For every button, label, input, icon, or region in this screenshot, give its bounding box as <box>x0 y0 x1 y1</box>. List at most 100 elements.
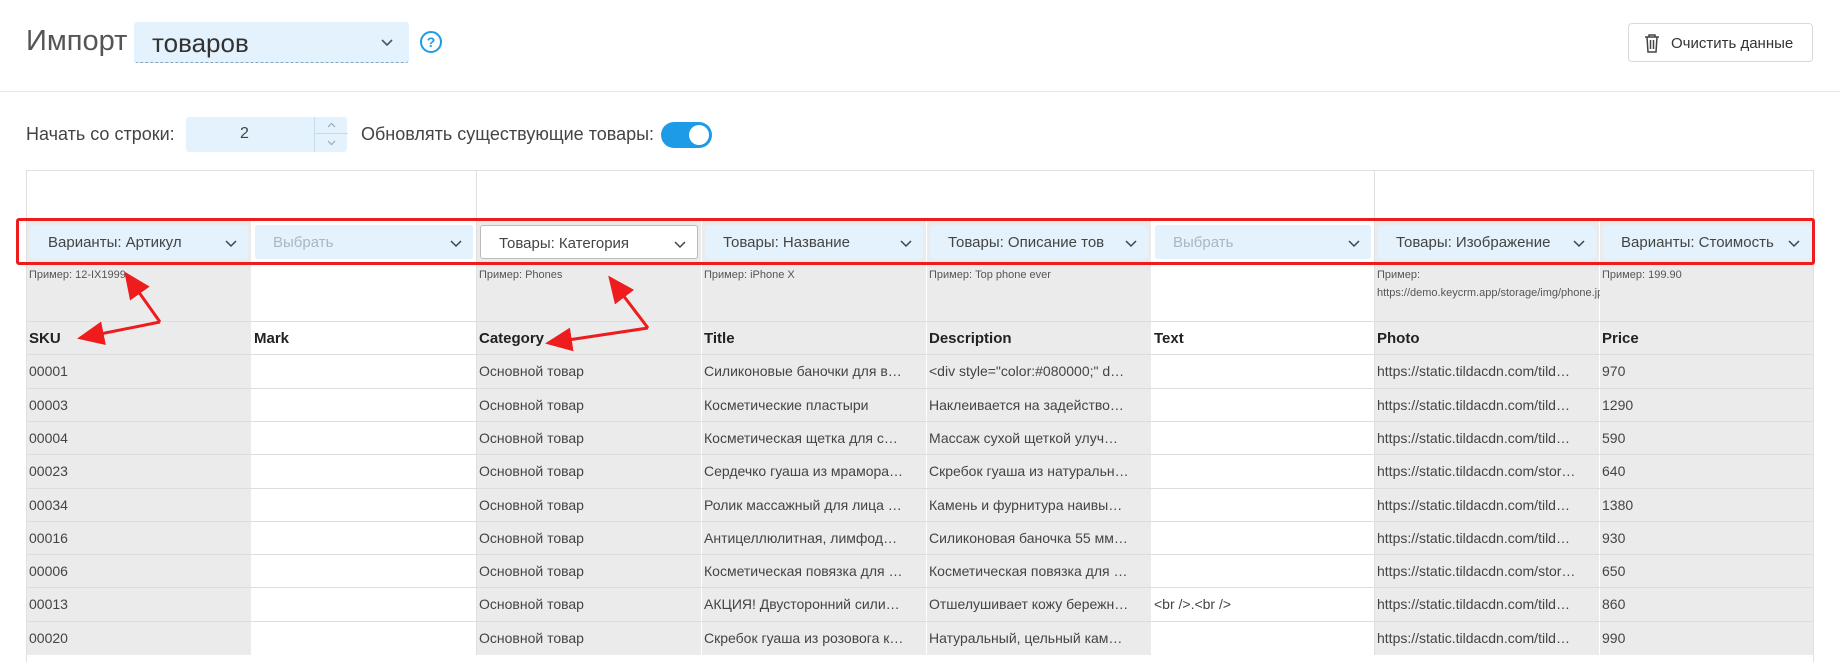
table-cell <box>1152 488 1375 522</box>
table-cell <box>1152 421 1375 455</box>
column-mapping-select[interactable]: Варианты: Артикул <box>30 225 248 259</box>
table-cell: Отшелушивает кожу бережн… <box>927 588 1152 622</box>
table-cell: Основной товар <box>477 621 702 655</box>
column-example: Пример: iPhone X <box>704 269 795 281</box>
table-cell: Косметическая повязка для … <box>702 555 927 589</box>
mapping-cell: Выбрать <box>1152 171 1375 321</box>
chevron-down-icon <box>900 240 912 248</box>
table-cell: https://static.tildacdn.com/tild… <box>1375 521 1600 555</box>
table-cell: 990 <box>1600 621 1813 655</box>
table-cell: Сердечко гуаша из мрамора… <box>702 455 927 489</box>
table-cell: Наклеивается на задейство… <box>927 388 1152 422</box>
table-cell: https://static.tildacdn.com/tild… <box>1375 621 1600 655</box>
table-row: 00020 Основной товар Скребок гуаша из розо… <box>27 620 1813 655</box>
table-row: 00006 Основной товар Косметическая повязка… <box>27 554 1813 589</box>
mapping-cell: Варианты: Артикул Пример: 12-IX1999 <box>27 171 252 321</box>
entity-type-value: товаров <box>152 28 249 58</box>
column-header: Mark <box>252 322 477 355</box>
column-header: Photo <box>1375 322 1600 355</box>
table-cell <box>252 488 477 522</box>
table-cell: Косметическая щетка для с… <box>702 421 927 455</box>
table-cell: Камень и фурнитура наивы… <box>927 488 1152 522</box>
table-cell: Скребок гуаша из натуральн… <box>927 455 1152 489</box>
clear-data-button[interactable]: Очистить данные <box>1628 23 1813 62</box>
column-example: Пример: Top phone ever <box>929 269 1051 281</box>
page-title: Импорт <box>26 25 128 57</box>
mapping-cell-top <box>1152 171 1374 219</box>
column-example: Пример: https://demo.keycrm.app/storage/… <box>1377 269 1610 299</box>
table-cell <box>252 388 477 422</box>
table-cell: 00023 <box>27 455 252 489</box>
stepper-down-button[interactable] <box>315 134 348 151</box>
chevron-down-icon <box>1573 240 1585 248</box>
import-table: Варианты: Артикул Пример: 12-IX1999 Выбрат… <box>26 170 1814 662</box>
mapping-cell-top <box>252 171 476 219</box>
column-mapping-select[interactable]: Товары: Категория <box>480 225 698 259</box>
table-cell: Ролик массажный для лица … <box>702 488 927 522</box>
table-cell: 640 <box>1600 455 1813 489</box>
table-cell <box>252 521 477 555</box>
column-mapping-select[interactable]: Товары: Изображение <box>1378 225 1596 259</box>
column-example: Пример: Phones <box>479 269 563 281</box>
column-mapping-value: Товары: Изображение <box>1396 234 1551 251</box>
table-cell <box>1152 388 1375 422</box>
table-cell: 00006 <box>27 555 252 589</box>
column-mapping-select[interactable]: Выбрать <box>255 225 473 259</box>
table-cell: 930 <box>1600 521 1813 555</box>
column-mapping-value: Выбрать <box>1173 234 1234 251</box>
table-cell: 860 <box>1600 588 1813 622</box>
update-existing-toggle[interactable] <box>661 122 712 148</box>
column-mapping-value: Варианты: Артикул <box>48 234 182 251</box>
table-cell: 00016 <box>27 521 252 555</box>
table-cell: Основной товар <box>477 388 702 422</box>
chevron-down-icon <box>450 240 462 248</box>
chevron-down-icon <box>225 240 237 248</box>
chevron-down-icon <box>1788 240 1800 248</box>
table-cell: Косметическая повязка для … <box>927 555 1152 589</box>
clear-data-label: Очистить данные <box>1671 35 1794 52</box>
table-row: 00003 Основной товар Косметические пластыр… <box>27 387 1813 422</box>
table-cell: 00020 <box>27 621 252 655</box>
mapping-cell: Варианты: Стоимость Пример: 199.90 <box>1600 171 1813 321</box>
update-existing-label: Обновлять существующие товары: <box>361 124 655 144</box>
column-mapping-select[interactable]: Товары: Название <box>705 225 923 259</box>
table-cell: https://static.tildacdn.com/tild… <box>1375 588 1600 622</box>
table-cell <box>252 588 477 622</box>
help-icon[interactable]: ? <box>420 31 442 53</box>
table-cell <box>1152 355 1375 389</box>
table-header-row: SKU Mark Category Title Description Text Photo… <box>27 321 1813 355</box>
table-cell <box>252 355 477 389</box>
column-mapping-select[interactable]: Товары: Описание тов <box>930 225 1148 259</box>
table-cell: https://static.tildacdn.com/tild… <box>1375 421 1600 455</box>
table-row: 00034 Основной товар Ролик массажный для л… <box>27 487 1813 522</box>
column-mapping-select[interactable]: Выбрать <box>1155 225 1371 259</box>
start-row-label: Начать со строки: <box>26 124 175 144</box>
mapping-cell: Товары: Категория Пример: Phones <box>477 171 702 321</box>
column-mapping-value: Товары: Категория <box>499 235 630 252</box>
column-header: Text <box>1152 322 1375 355</box>
table-cell: 1380 <box>1600 488 1813 522</box>
column-header: Category <box>477 322 702 355</box>
table-cell: 590 <box>1600 421 1813 455</box>
table-cell: Основной товар <box>477 455 702 489</box>
table-cell: <div style="color:#080000;" d… <box>927 355 1152 389</box>
column-mapping-select[interactable]: Варианты: Стоимость <box>1603 225 1811 259</box>
mapping-cell: Товары: Изображение Пример: https://demo.… <box>1375 171 1610 321</box>
table-row: 00016 Основной товар Антицеллюлитная, лимф… <box>27 520 1813 555</box>
mapping-cell-top <box>702 171 926 219</box>
start-row-input[interactable]: 2 <box>186 117 348 152</box>
table-row: 00001 Основной товар Силиконовые баночки д… <box>27 354 1813 389</box>
table-cell: 00003 <box>27 388 252 422</box>
table-cell: https://static.tildacdn.com/tild… <box>1375 388 1600 422</box>
table-cell: 00004 <box>27 421 252 455</box>
mapping-cell: Товары: Название Пример: iPhone X <box>702 171 927 321</box>
entity-type-select[interactable]: товаров <box>134 22 409 63</box>
toggle-knob <box>689 125 709 145</box>
start-row-stepper <box>314 117 348 152</box>
chevron-up-icon <box>327 122 336 128</box>
column-header: Title <box>702 322 927 355</box>
mapping-cell: Товары: Описание тов Пример: Top phone ev… <box>927 171 1152 321</box>
table-cell: Основной товар <box>477 421 702 455</box>
stepper-up-button[interactable] <box>315 117 348 134</box>
table-cell: Силиконовые баночки для в… <box>702 355 927 389</box>
